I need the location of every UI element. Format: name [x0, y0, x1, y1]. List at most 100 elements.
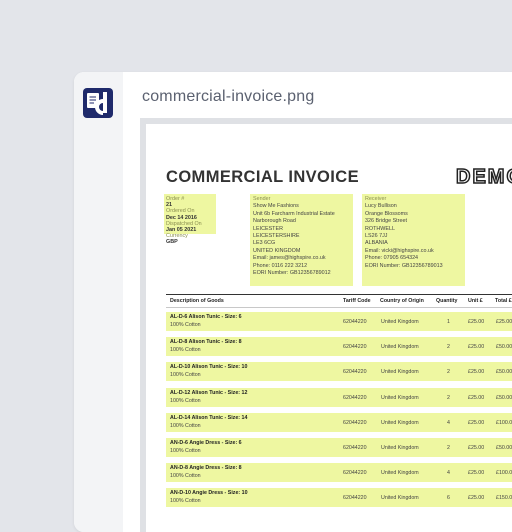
item-description: AL-D-12 Alison Tunic - Size: 12 [170, 389, 248, 396]
unit-price-cell: £25.00 [468, 495, 485, 502]
receiver-line: Lucy Bullison [365, 203, 397, 210]
receiver-line: Phone: 07905 654324 [365, 255, 419, 262]
sender-line: LEICESTERSHIRE [253, 233, 300, 240]
total-price-cell: £50.00 [496, 445, 512, 451]
total-price-cell: £150.00 [496, 495, 512, 502]
file-preview-window: commercial-invoice.png COMMERCIAL INVOIC… [74, 72, 512, 532]
goods-table-header: Description of Goods Tariff Code Country… [166, 294, 512, 308]
sender-line: UNITED KINGDOM [253, 247, 301, 254]
tariff-code-cell: 62044220 [343, 495, 367, 502]
unit-price-cell: £25.00 [468, 344, 485, 351]
quantity-cell: 4 [447, 470, 450, 477]
receiver-line: Email: vicki@highspire.co.uk [365, 247, 434, 254]
column-header: Description of Goods [170, 298, 224, 304]
unit-price-cell: £25.00 [468, 419, 485, 426]
tariff-code-cell: 62044220 [343, 369, 367, 376]
table-row: AN-D-8 Angie Dress - Size: 8 100% Cotton 6… [166, 463, 512, 483]
receiver-address: Receiver Lucy Bullison Orange Blossoms 3… [362, 194, 465, 286]
unit-price-cell: £25.00 [468, 445, 485, 451]
quantity-cell: 4 [447, 419, 450, 426]
tariff-code-cell: 62044220 [343, 445, 367, 451]
quantity-cell: 1 [447, 319, 450, 325]
country-of-origin-cell: United Kingdom [381, 445, 419, 451]
item-material: 100% Cotton [170, 347, 201, 354]
tariff-code-cell: 62044220 [343, 319, 367, 325]
sender-line: LEICESTER [253, 225, 283, 232]
tariff-code-cell: 62044220 [343, 470, 367, 477]
unit-price-cell: £25.00 [468, 470, 485, 477]
item-description: AL-D-6 Alison Tunic - Size: 6 [170, 314, 242, 320]
column-header: Quantity [436, 298, 458, 304]
quantity-cell: 6 [447, 495, 450, 502]
item-description: AL-D-14 Alison Tunic - Size: 14 [170, 414, 248, 421]
receiver-line: LS26 7JJ [365, 233, 388, 240]
column-header: Total £ [495, 298, 512, 304]
table-row: AN-D-6 Angie Dress - Size: 6 100% Cotton 6… [166, 438, 512, 457]
sender-line: Phone: 0116 222 3212 [253, 262, 308, 269]
tariff-code-cell: 62044220 [343, 344, 367, 351]
table-row: AL-D-12 Alison Tunic - Size: 12 100% Cott… [166, 387, 512, 407]
total-price-cell: £50.00 [496, 344, 512, 351]
demo-watermark: DEMO [455, 165, 512, 189]
receiver-line: EORI Number: GB12356789013 [365, 262, 443, 269]
total-price-cell: £50.00 [496, 369, 512, 376]
d-logo-icon[interactable] [83, 88, 113, 118]
left-rail [74, 72, 123, 532]
sender-line: Narborough Road [253, 218, 296, 225]
item-material: 100% Cotton [170, 473, 201, 480]
table-row: AL-D-10 Alison Tunic - Size: 10 100% Cott… [166, 362, 512, 382]
invoice-document: COMMERCIAL INVOICE DEMO Order # 21 Order… [146, 124, 512, 532]
table-row: AL-D-14 Alison Tunic - Size: 14 100% Cott… [166, 412, 512, 432]
quantity-cell: 2 [447, 445, 450, 451]
currency-value: GBP [166, 239, 178, 246]
item-description: AL-D-10 Alison Tunic - Size: 10 [170, 364, 248, 371]
unit-price-cell: £25.00 [468, 394, 485, 401]
item-material: 100% Cotton [170, 372, 201, 379]
sender-line: Email: james@highspire.co.uk [253, 255, 326, 262]
sender-line: Unit 6b Farcharm Industrial Estate [253, 210, 335, 217]
order-details: Order # 21 Ordered On Dec 14 2016 Dispat… [164, 194, 216, 245]
unit-price-cell: £25.00 [468, 369, 485, 376]
receiver-line: ROTHWELL [365, 225, 395, 232]
sender-heading: Sender [253, 196, 271, 202]
tariff-code-cell: 62044220 [343, 394, 367, 401]
tariff-code-cell: 62044220 [343, 419, 367, 426]
table-row: AL-D-6 Alison Tunic - Size: 6 100% Cotton… [166, 312, 512, 331]
item-description: AL-D-8 Alison Tunic - Size: 8 [170, 339, 242, 346]
item-description: AN-D-10 Angie Dress - Size: 10 [170, 490, 248, 497]
country-of-origin-cell: United Kingdom [381, 394, 419, 401]
sender-line: EORI Number: GB12356789012 [253, 270, 331, 277]
image-preview: COMMERCIAL INVOICE DEMO Order # 21 Order… [140, 118, 512, 532]
invoice-title: COMMERCIAL INVOICE [166, 168, 359, 186]
country-of-origin-cell: United Kingdom [381, 419, 419, 426]
country-of-origin-cell: United Kingdom [381, 470, 419, 477]
quantity-cell: 2 [447, 394, 450, 401]
column-header: Country of Origin [380, 298, 424, 304]
sender-address: Sender Show Me Fashions Unit 6b Farcharm… [250, 194, 353, 286]
receiver-line: Orange Blossoms [365, 210, 408, 217]
file-name: commercial-invoice.png [142, 88, 315, 105]
country-of-origin-cell: United Kingdom [381, 319, 419, 325]
item-description: AN-D-6 Angie Dress - Size: 6 [170, 440, 242, 446]
unit-price-cell: £25.00 [468, 319, 485, 325]
receiver-heading: Receiver [365, 196, 387, 202]
total-price-cell: £100.00 [496, 470, 512, 477]
item-description: AN-D-8 Angie Dress - Size: 8 [170, 465, 242, 472]
country-of-origin-cell: United Kingdom [381, 495, 419, 502]
item-material: 100% Cotton [170, 448, 201, 454]
column-header: Unit £ [468, 298, 483, 304]
country-of-origin-cell: United Kingdom [381, 344, 419, 351]
quantity-cell: 2 [447, 369, 450, 376]
receiver-line: 326 Bridge Street [365, 218, 407, 225]
total-price-cell: £50.00 [496, 394, 512, 401]
column-header: Tariff Code [343, 298, 371, 304]
sender-line: LE3 6CG [253, 240, 276, 247]
total-price-cell: £100.00 [496, 419, 512, 426]
table-row: AN-D-10 Angie Dress - Size: 10 100% Cotto… [166, 488, 512, 508]
receiver-line: ALBANIA [365, 240, 388, 247]
table-row: AL-D-8 Alison Tunic - Size: 8 100% Cotton… [166, 337, 512, 357]
item-material: 100% Cotton [170, 422, 201, 429]
total-price-cell: £25.00 [496, 319, 512, 325]
item-material: 100% Cotton [170, 498, 201, 505]
quantity-cell: 2 [447, 344, 450, 351]
